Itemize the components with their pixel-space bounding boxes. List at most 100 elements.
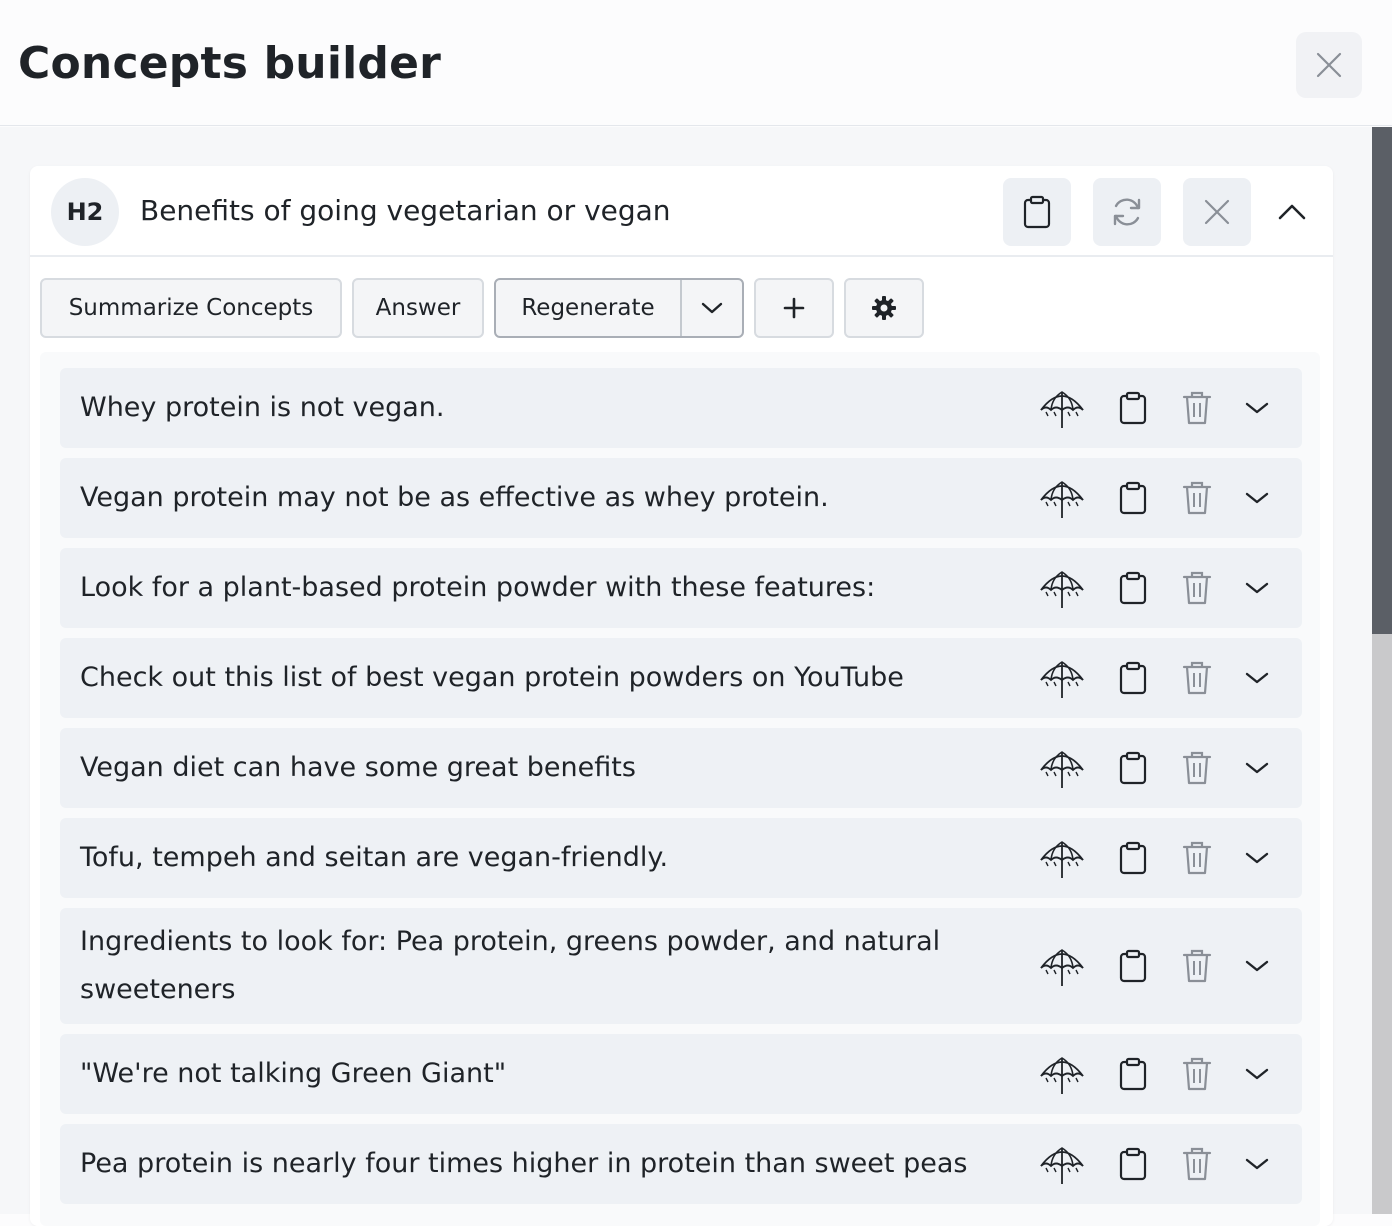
concept-row[interactable]: Vegan diet can have some great benefits xyxy=(60,728,1302,808)
chevron-down-icon xyxy=(1245,1068,1269,1080)
umbrella-icon xyxy=(1040,1147,1084,1184)
scrollbar-thumb[interactable] xyxy=(1372,127,1392,634)
umbrella-icon xyxy=(1040,949,1084,986)
expand-concept-button[interactable] xyxy=(1232,473,1282,523)
expand-concept-button[interactable] xyxy=(1232,941,1282,991)
concept-text: Check out this list of best vegan protei… xyxy=(80,662,904,693)
copy-concept-button[interactable] xyxy=(1108,383,1158,433)
expand-concept-button[interactable] xyxy=(1232,653,1282,703)
settings-button[interactable] xyxy=(844,278,924,338)
chevron-down-icon xyxy=(1245,762,1269,774)
concept-coverage-button[interactable] xyxy=(1037,383,1087,433)
clipboard-icon xyxy=(1023,195,1051,229)
expand-concept-button[interactable] xyxy=(1232,743,1282,793)
clipboard-icon xyxy=(1119,949,1147,983)
section-header: H2 Benefits of going vegetarian or vegan xyxy=(30,166,1333,257)
delete-concept-button[interactable] xyxy=(1172,563,1222,613)
umbrella-icon xyxy=(1040,1057,1084,1094)
section-title: Benefits of going vegetarian or vegan xyxy=(140,194,671,227)
copy-concept-button[interactable] xyxy=(1108,563,1158,613)
concept-row[interactable]: Look for a plant-based protein powder wi… xyxy=(60,548,1302,628)
expand-concept-button[interactable] xyxy=(1232,563,1282,613)
expand-concept-button[interactable] xyxy=(1232,383,1282,433)
chevron-down-icon xyxy=(1245,1158,1269,1170)
clipboard-icon xyxy=(1119,481,1147,515)
delete-concept-button[interactable] xyxy=(1172,653,1222,703)
summarize-concepts-button[interactable]: Summarize Concepts xyxy=(40,278,342,338)
clipboard-icon xyxy=(1119,1057,1147,1091)
clipboard-icon xyxy=(1119,661,1147,695)
gear-icon xyxy=(872,296,896,320)
concept-row[interactable]: Pea protein is nearly four times higher … xyxy=(60,1124,1302,1204)
concept-coverage-button[interactable] xyxy=(1037,743,1087,793)
concept-text: Whey protein is not vegan. xyxy=(80,392,445,423)
concept-row[interactable]: Ingredients to look for: Pea protein, gr… xyxy=(60,908,1302,1024)
chevron-down-icon xyxy=(1245,582,1269,594)
concept-text: Ingredients to look for: Pea protein, gr… xyxy=(80,926,941,1005)
trash-icon xyxy=(1182,391,1212,425)
umbrella-icon xyxy=(1040,481,1084,518)
remove-section-button[interactable] xyxy=(1183,178,1251,246)
delete-concept-button[interactable] xyxy=(1172,1049,1222,1099)
copy-concept-button[interactable] xyxy=(1108,473,1158,523)
delete-concept-button[interactable] xyxy=(1172,743,1222,793)
section-card: H2 Benefits of going vegetarian or vegan xyxy=(30,166,1333,1226)
concept-row[interactable]: Whey protein is not vegan. xyxy=(60,368,1302,448)
copy-concept-button[interactable] xyxy=(1108,833,1158,883)
clipboard-icon xyxy=(1119,841,1147,875)
copy-section-button[interactable] xyxy=(1003,178,1071,246)
collapse-section-button[interactable] xyxy=(1272,192,1312,232)
refresh-section-button[interactable] xyxy=(1093,178,1161,246)
modal-title: Concepts builder xyxy=(18,38,442,89)
chevron-down-icon xyxy=(1245,492,1269,504)
copy-concept-button[interactable] xyxy=(1108,653,1158,703)
concept-row[interactable]: Vegan protein may not be as effective as… xyxy=(60,458,1302,538)
clipboard-icon xyxy=(1119,571,1147,605)
concept-coverage-button[interactable] xyxy=(1037,473,1087,523)
concept-coverage-button[interactable] xyxy=(1037,653,1087,703)
umbrella-icon xyxy=(1040,751,1084,788)
plus-icon xyxy=(783,297,805,319)
trash-icon xyxy=(1182,949,1212,983)
concept-text: Vegan protein may not be as effective as… xyxy=(80,482,829,513)
concept-coverage-button[interactable] xyxy=(1037,1139,1087,1189)
concept-row[interactable]: Check out this list of best vegan protei… xyxy=(60,638,1302,718)
regenerate-button[interactable]: Regenerate xyxy=(496,280,682,336)
close-icon xyxy=(1316,52,1342,78)
chevron-down-icon xyxy=(1245,960,1269,972)
delete-concept-button[interactable] xyxy=(1172,941,1222,991)
chevron-down-icon xyxy=(1245,852,1269,864)
chevron-down-icon xyxy=(1245,402,1269,414)
expand-concept-button[interactable] xyxy=(1232,833,1282,883)
concept-coverage-button[interactable] xyxy=(1037,833,1087,883)
copy-concept-button[interactable] xyxy=(1108,1049,1158,1099)
concept-row[interactable]: "We're not talking Green Giant" xyxy=(60,1034,1302,1114)
regenerate-options-button[interactable] xyxy=(682,280,742,336)
concept-coverage-button[interactable] xyxy=(1037,563,1087,613)
clipboard-icon xyxy=(1119,751,1147,785)
expand-concept-button[interactable] xyxy=(1232,1049,1282,1099)
answer-button[interactable]: Answer xyxy=(352,278,484,338)
expand-concept-button[interactable] xyxy=(1232,1139,1282,1189)
umbrella-icon xyxy=(1040,841,1084,878)
copy-concept-button[interactable] xyxy=(1108,1139,1158,1189)
delete-concept-button[interactable] xyxy=(1172,383,1222,433)
trash-icon xyxy=(1182,571,1212,605)
concept-coverage-button[interactable] xyxy=(1037,1049,1087,1099)
chevron-down-icon xyxy=(1245,672,1269,684)
trash-icon xyxy=(1182,1147,1212,1181)
heading-level-badge: H2 xyxy=(51,178,119,246)
trash-icon xyxy=(1182,751,1212,785)
trash-icon xyxy=(1182,841,1212,875)
concept-coverage-button[interactable] xyxy=(1037,941,1087,991)
delete-concept-button[interactable] xyxy=(1172,1139,1222,1189)
concept-row[interactable]: Tofu, tempeh and seitan are vegan-friend… xyxy=(60,818,1302,898)
copy-concept-button[interactable] xyxy=(1108,743,1158,793)
concept-text: Pea protein is nearly four times higher … xyxy=(80,1148,968,1179)
copy-concept-button[interactable] xyxy=(1108,941,1158,991)
add-concept-button[interactable] xyxy=(754,278,834,338)
delete-concept-button[interactable] xyxy=(1172,833,1222,883)
close-modal-button[interactable] xyxy=(1296,32,1362,98)
close-icon xyxy=(1204,199,1230,225)
delete-concept-button[interactable] xyxy=(1172,473,1222,523)
